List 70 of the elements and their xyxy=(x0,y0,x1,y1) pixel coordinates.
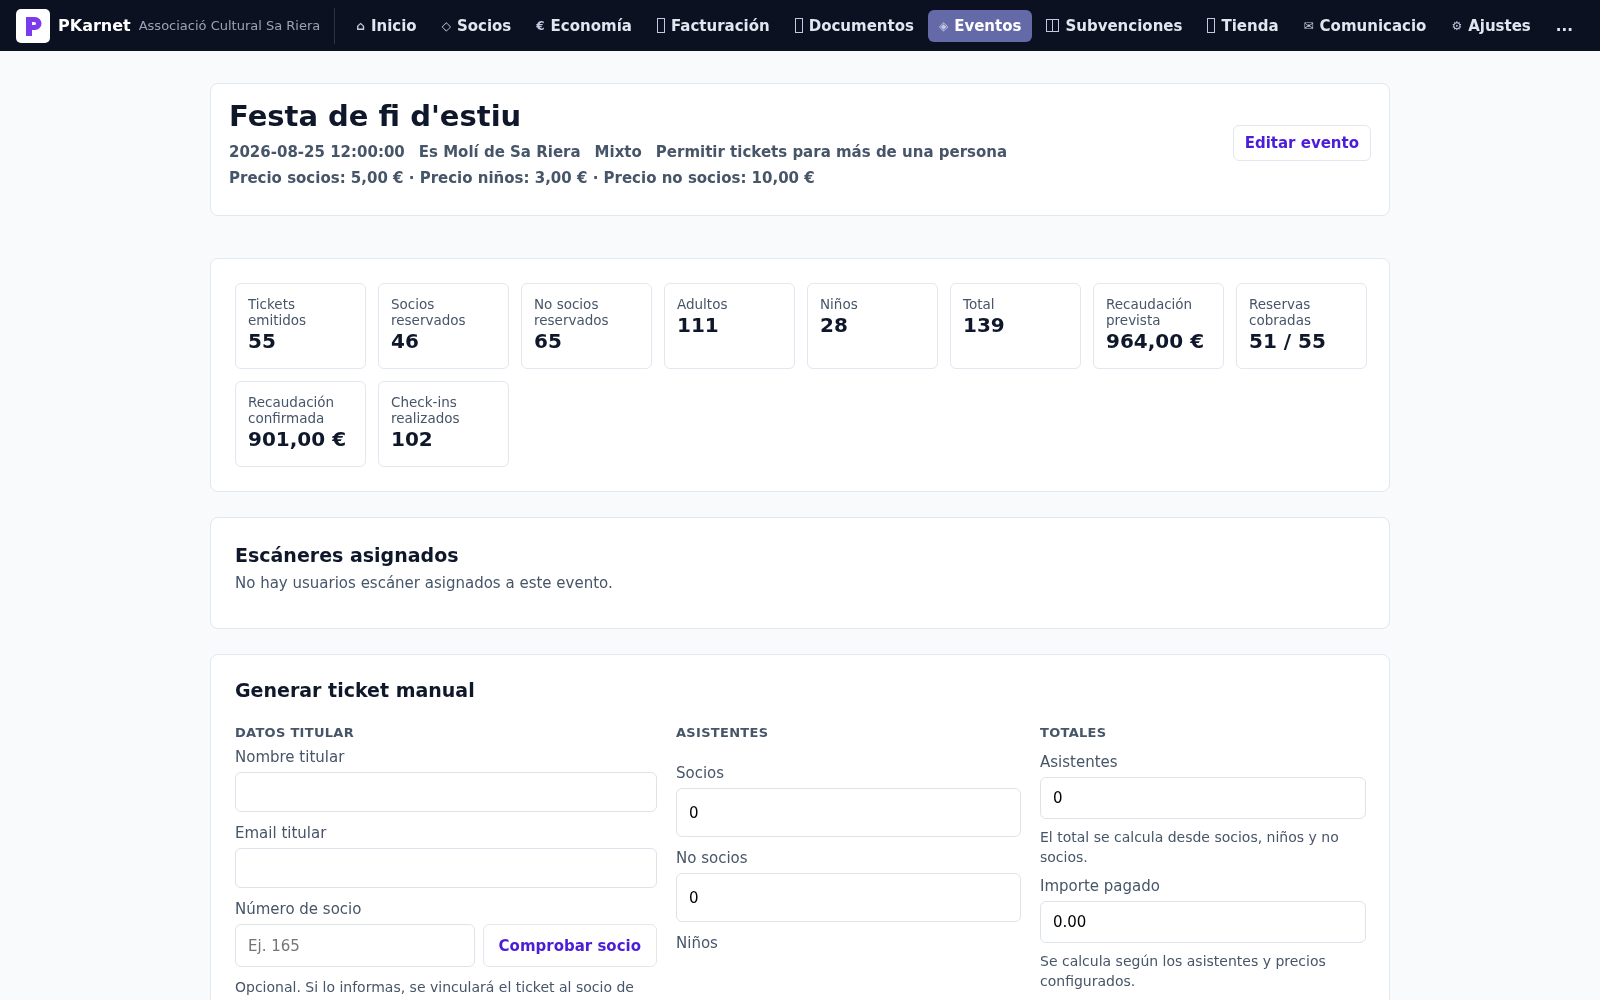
nav-tab[interactable]: Documentos xyxy=(783,9,925,42)
check-member-button[interactable]: Comprobar socio xyxy=(482,924,657,967)
stat-value: 65 xyxy=(534,329,563,353)
nav-tab[interactable]: ◈ Eventos xyxy=(927,9,1033,42)
field-label: Email titular xyxy=(235,824,328,842)
field-hint: Opcional. Si lo informas, se vinculará el ticket al socio de xyxy=(235,978,635,997)
event-detail: 2026-08-25 12:00:00 xyxy=(229,143,405,161)
stat-value: 55 xyxy=(248,329,277,353)
field-label: Nombre titular xyxy=(235,748,346,766)
stat-value: 46 xyxy=(391,329,420,353)
square-icon xyxy=(656,18,665,33)
nav-tab[interactable]: ◇ Socios xyxy=(430,9,523,42)
stat-label: Recaudación prevista xyxy=(1106,296,1194,328)
nav-tab[interactable]: ⚙ Ajustes xyxy=(1440,9,1542,42)
input-field[interactable] xyxy=(235,848,657,888)
field-label: Número de socio xyxy=(235,900,363,918)
logo-icon xyxy=(16,8,50,43)
event-title: Festa de fi d'estiu xyxy=(229,99,523,133)
stat-label: Check-ins realizados xyxy=(391,394,461,426)
stat-value: 111 xyxy=(677,313,720,337)
section-title: Escáneres asignados xyxy=(235,544,460,566)
stat-value: 139 xyxy=(963,313,1006,337)
stat-label: Reservas cobradas xyxy=(1249,296,1312,328)
stat-value: 964,00 € xyxy=(1106,329,1206,353)
stat-label: Niños xyxy=(820,296,859,312)
input-field[interactable] xyxy=(235,772,657,812)
event-detail: Mixto xyxy=(594,143,642,161)
column-heading: DATOS TITULAR xyxy=(235,725,356,740)
event-prices: Precio socios: 5,00 € · Precio niños: 3,00 € · Precio no socios: 10,00 € xyxy=(229,169,816,187)
stat-label: Socios reservados xyxy=(391,296,467,328)
field-label: Asistentes xyxy=(1040,753,1119,771)
column-heading: ASISTENTES xyxy=(676,725,770,740)
nav-tab[interactable]: Facturación xyxy=(645,9,781,42)
member-number-field[interactable]: Ej. 165 xyxy=(235,924,475,967)
nav-tab[interactable]: € Economía xyxy=(525,9,643,42)
organization-name: Associació Cultural Sa Riera xyxy=(138,18,321,33)
nav-tab[interactable]: ⌂ Inicio xyxy=(345,9,428,42)
square-icon xyxy=(1207,18,1216,33)
field-label: Importe pagado xyxy=(1040,877,1161,895)
stat-label: Recaudación confirmada xyxy=(248,394,336,426)
stat-label: Total xyxy=(963,296,996,312)
edit-event-button[interactable]: Editar evento xyxy=(1232,125,1371,161)
field-label: No socios xyxy=(676,849,749,867)
field-hint: El total se calcula desde socios, niños y no socios. xyxy=(1040,828,1340,867)
event-detail: Permitir tickets para más de una persona xyxy=(655,143,1008,161)
more-menu-button[interactable]: ... xyxy=(1544,9,1584,42)
app-name: PKarnet xyxy=(58,16,131,35)
number-field[interactable]: 0 xyxy=(676,873,1021,922)
empty-message: No hay usuarios escáner asignados a este evento. xyxy=(235,574,614,592)
stat-label: Adultos xyxy=(677,296,729,312)
stat-value: 51 / 55 xyxy=(1249,329,1327,353)
event-detail: Es Molí de Sa Riera xyxy=(418,143,581,161)
column-heading: TOTALES xyxy=(1040,725,1108,740)
number-field[interactable]: 0 xyxy=(676,788,1021,837)
stat-label: Tickets emitidos xyxy=(248,296,308,328)
nav-tab[interactable]: Subvenciones xyxy=(1035,9,1194,42)
stat-value: 901,00 € xyxy=(248,427,348,451)
square-icon xyxy=(794,18,803,33)
columns-icon xyxy=(1046,19,1060,32)
nav-tab[interactable]: ✉ Comunicacio xyxy=(1292,9,1438,42)
field-label: Socios xyxy=(676,764,726,782)
total-field[interactable]: 0 xyxy=(1040,777,1366,819)
stat-value: 102 xyxy=(391,427,434,451)
field-hint: Se calcula según los asistentes y precios configurados. xyxy=(1040,952,1327,991)
total-field[interactable]: 0.00 xyxy=(1040,901,1366,943)
stat-label: No socios reservados xyxy=(534,296,610,328)
section-title: Generar ticket manual xyxy=(235,679,476,701)
stat-value: 28 xyxy=(820,313,849,337)
nav-tab[interactable]: Tienda xyxy=(1196,9,1290,42)
field-label: Niños xyxy=(676,934,719,952)
